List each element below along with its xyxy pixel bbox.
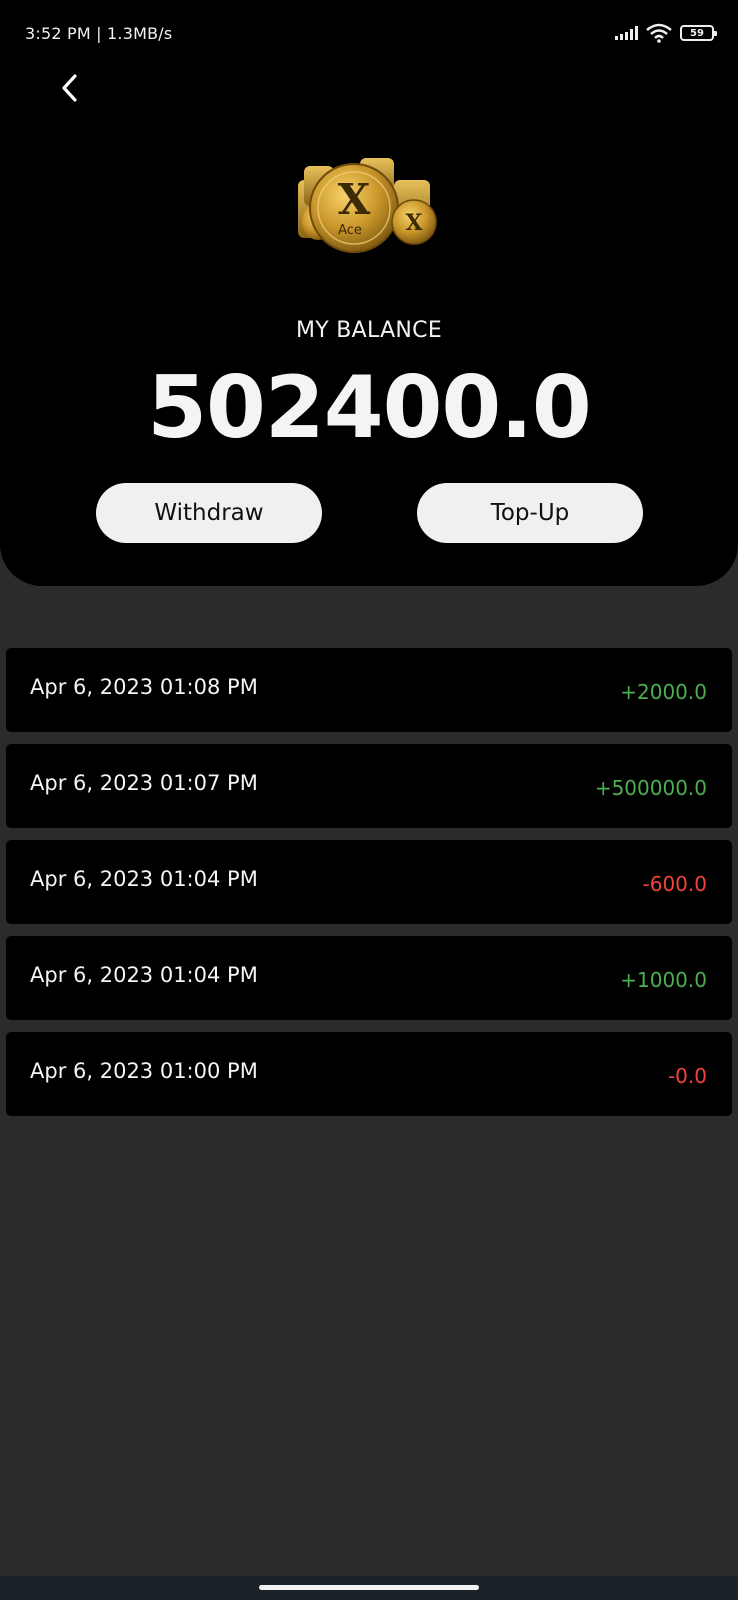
transaction-date: Apr 6, 2023 01:08 PM: [30, 675, 258, 699]
signal-icon: [615, 26, 638, 40]
gold-coins-icon: X Ace X: [298, 158, 437, 253]
transaction-date: Apr 6, 2023 01:00 PM: [30, 1059, 258, 1083]
wifi-icon: [646, 23, 672, 43]
back-button[interactable]: [50, 68, 90, 108]
status-bar: 3:52 PM | 1.3MB/s 59: [0, 0, 738, 66]
transaction-amount: +500000.0: [594, 776, 707, 800]
topup-button[interactable]: Top-Up: [417, 483, 643, 543]
status-icons: 59: [615, 23, 717, 43]
transaction-row[interactable]: Apr 6, 2023 01:00 PM -0.0: [6, 1032, 732, 1116]
transaction-date: Apr 6, 2023 01:04 PM: [30, 963, 258, 987]
withdraw-button[interactable]: Withdraw: [96, 483, 322, 543]
transaction-row[interactable]: Apr 6, 2023 01:08 PM +2000.0: [6, 648, 732, 732]
svg-text:X: X: [338, 175, 371, 224]
transaction-date: Apr 6, 2023 01:07 PM: [30, 771, 258, 795]
logo-text: Ace: [338, 223, 362, 238]
chevron-left-icon: [62, 74, 77, 102]
svg-text:X: X: [405, 210, 423, 236]
transaction-list: Apr 6, 2023 01:08 PM +2000.0 Apr 6, 2023…: [6, 648, 732, 1128]
transaction-amount: -0.0: [667, 1064, 707, 1088]
status-time-speed: 3:52 PM | 1.3MB/s: [25, 23, 173, 43]
transaction-row[interactable]: Apr 6, 2023 01:04 PM -600.0: [6, 840, 732, 924]
transaction-amount: +2000.0: [620, 680, 707, 704]
home-indicator[interactable]: [259, 1585, 479, 1590]
battery-level: 59: [690, 27, 704, 39]
transaction-amount: -600.0: [642, 872, 707, 896]
balance-label: MY BALANCE: [295, 318, 443, 343]
transaction-row[interactable]: Apr 6, 2023 01:04 PM +1000.0: [6, 936, 732, 1020]
transaction-row[interactable]: Apr 6, 2023 01:07 PM +500000.0: [6, 744, 732, 828]
transaction-date: Apr 6, 2023 01:04 PM: [30, 867, 258, 891]
battery-icon: 59: [680, 25, 717, 41]
transaction-amount: +1000.0: [620, 968, 707, 992]
balance-amount: 502400.0: [147, 358, 592, 458]
